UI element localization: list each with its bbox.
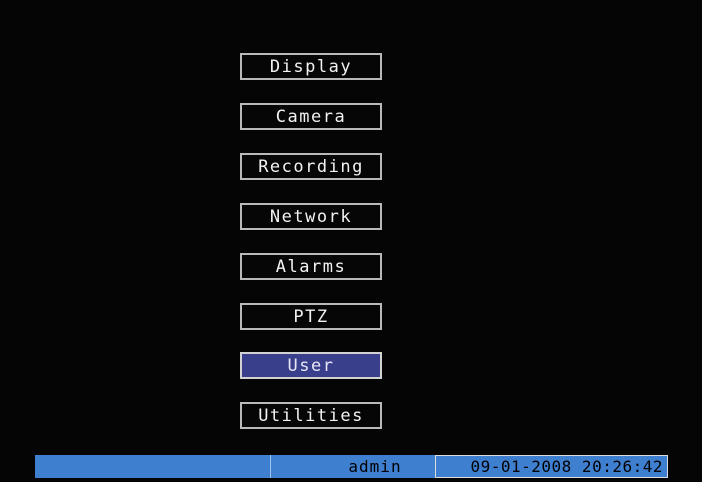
- menu-item-camera[interactable]: Camera: [240, 103, 382, 130]
- menu-item-label: Recording: [258, 156, 364, 177]
- date-time-display: 09-01-2008 20:26:42: [435, 455, 668, 478]
- menu-item-label: Network: [269, 206, 353, 227]
- status-bar-blank-segment: [35, 455, 271, 478]
- menu-item-label: Camera: [275, 106, 347, 127]
- dvr-main-menu-screen: Display Camera Recording Network Alarms …: [0, 0, 702, 482]
- menu-item-ptz[interactable]: PTZ: [240, 303, 382, 330]
- menu-item-label: Alarms: [275, 256, 347, 277]
- menu-item-network[interactable]: Network: [240, 203, 382, 230]
- menu-item-user[interactable]: User: [240, 352, 382, 379]
- menu-item-label: Utilities: [258, 405, 364, 426]
- current-user: admin: [271, 455, 435, 478]
- menu-item-label: PTZ: [293, 306, 329, 327]
- menu-item-label: User: [287, 355, 335, 376]
- menu-item-display[interactable]: Display: [240, 53, 382, 80]
- menu-item-recording[interactable]: Recording: [240, 153, 382, 180]
- status-bar: admin 09-01-2008 20:26:42: [35, 455, 668, 478]
- menu-item-label: Display: [269, 56, 353, 77]
- menu-item-alarms[interactable]: Alarms: [240, 253, 382, 280]
- menu-item-utilities[interactable]: Utilities: [240, 402, 382, 429]
